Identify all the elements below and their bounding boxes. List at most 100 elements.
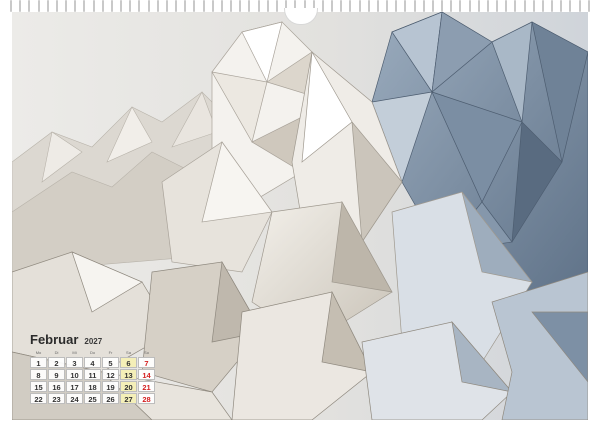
- wire-loop: [431, 0, 434, 12]
- wire-loop: [468, 0, 471, 12]
- wire-loop: [578, 0, 581, 12]
- wire-loop: [129, 0, 132, 12]
- calendar-day: 16: [48, 381, 65, 392]
- wire-loop: [560, 0, 563, 12]
- calendar-month: Februar: [30, 332, 79, 347]
- wire-loop: [404, 0, 407, 12]
- calendar-day: 25: [84, 393, 101, 404]
- wire-loop: [441, 0, 444, 12]
- calendar-day: 22: [30, 393, 47, 404]
- calendar-year: 2027: [84, 337, 103, 346]
- weekday-label: So: [144, 350, 149, 355]
- weekday-label: Sa: [126, 350, 131, 355]
- month-calendar: Februar 2027 Mo Di Mi Do Fr Sa So 1 2 3 …: [30, 332, 156, 404]
- weekday-label: Fr: [108, 350, 113, 355]
- wire-loop: [257, 0, 260, 12]
- calendar-day: 26: [102, 393, 119, 404]
- calendar-days: 1 2 3 4 5 6 7 8 9 10 11 12 13 14 15 16 1…: [30, 357, 156, 404]
- wire-loop: [321, 0, 324, 12]
- wire-loop: [340, 0, 343, 12]
- wire-loop: [110, 0, 113, 12]
- calendar-day: 23: [48, 393, 65, 404]
- wire-loop: [65, 0, 68, 12]
- calendar-day: 1: [30, 357, 47, 368]
- wire-loop: [450, 0, 453, 12]
- wire-loop: [120, 0, 123, 12]
- wire-loop: [248, 0, 251, 12]
- calendar-day: 12: [102, 369, 119, 380]
- wire-loop: [587, 0, 590, 12]
- wire-loop: [220, 0, 223, 12]
- calendar-day: 15: [30, 381, 47, 392]
- calendar-page: Februar 2027 Mo Di Mi Do Fr Sa So 1 2 3 …: [12, 12, 588, 420]
- calendar-day: 8: [30, 369, 47, 380]
- calendar-day: 20: [120, 381, 137, 392]
- wire-loop: [395, 0, 398, 12]
- wire-loop: [541, 0, 544, 12]
- wire-loop: [275, 0, 278, 12]
- wire-loop: [239, 0, 242, 12]
- wire-loop: [523, 0, 526, 12]
- wire-loop: [367, 0, 370, 12]
- wire-loop: [459, 0, 462, 12]
- wire-loop: [37, 0, 40, 12]
- wire-loop: [496, 0, 499, 12]
- wire-loop: [514, 0, 517, 12]
- wire-loop: [358, 0, 361, 12]
- wire-loop: [165, 0, 168, 12]
- wire-loop: [349, 0, 352, 12]
- calendar-day: 27: [120, 393, 137, 404]
- wire-loop: [10, 0, 12, 12]
- wire-loop: [386, 0, 389, 12]
- weekday-label: Mi: [72, 350, 77, 355]
- wire-loop: [376, 0, 379, 12]
- calendar-day: 9: [48, 369, 65, 380]
- wire-loop: [55, 0, 58, 12]
- calendar-day-sunday: 7: [138, 357, 155, 368]
- calendar-day: 4: [84, 357, 101, 368]
- wire-loop: [331, 0, 334, 12]
- calendar-day: 5: [102, 357, 119, 368]
- wire-loop: [193, 0, 196, 12]
- wire-loop: [28, 0, 31, 12]
- wire-loop: [19, 0, 22, 12]
- calendar-day: 18: [84, 381, 101, 392]
- wire-loop: [92, 0, 95, 12]
- weekday-label: Di: [54, 350, 59, 355]
- wire-loop: [230, 0, 233, 12]
- calendar-day-sunday: 28: [138, 393, 155, 404]
- wire-loop: [138, 0, 141, 12]
- calendar-day: 6: [120, 357, 137, 368]
- calendar-day: 10: [66, 369, 83, 380]
- weekday-label: Do: [89, 350, 96, 355]
- weekday-label: Mo: [35, 350, 42, 355]
- wire-loop: [156, 0, 159, 12]
- wire-loop: [413, 0, 416, 12]
- wire-loop: [477, 0, 480, 12]
- calendar-day: 13: [120, 369, 137, 380]
- wire-loop: [422, 0, 425, 12]
- wire-loop: [46, 0, 49, 12]
- calendar-day: 2: [48, 357, 65, 368]
- calendar-day: 17: [66, 381, 83, 392]
- calendar-day-sunday: 14: [138, 369, 155, 380]
- wire-loop: [83, 0, 86, 12]
- wire-loop: [532, 0, 535, 12]
- wire-loop: [175, 0, 178, 12]
- calendar-day: 11: [84, 369, 101, 380]
- wire-loop: [101, 0, 104, 12]
- wire-loop: [266, 0, 269, 12]
- wire-loop: [505, 0, 508, 12]
- wire-loop: [184, 0, 187, 12]
- calendar-day: 24: [66, 393, 83, 404]
- wire-loop: [551, 0, 554, 12]
- calendar-day: 19: [102, 381, 119, 392]
- wire-loop: [211, 0, 214, 12]
- calendar-weekday-row: Mo Di Mi Do Fr Sa So: [30, 350, 156, 356]
- wire-loop: [147, 0, 150, 12]
- calendar-day: 3: [66, 357, 83, 368]
- wire-loop: [486, 0, 489, 12]
- wire-loop: [74, 0, 77, 12]
- wire-loop: [569, 0, 572, 12]
- calendar-day-sunday: 21: [138, 381, 155, 392]
